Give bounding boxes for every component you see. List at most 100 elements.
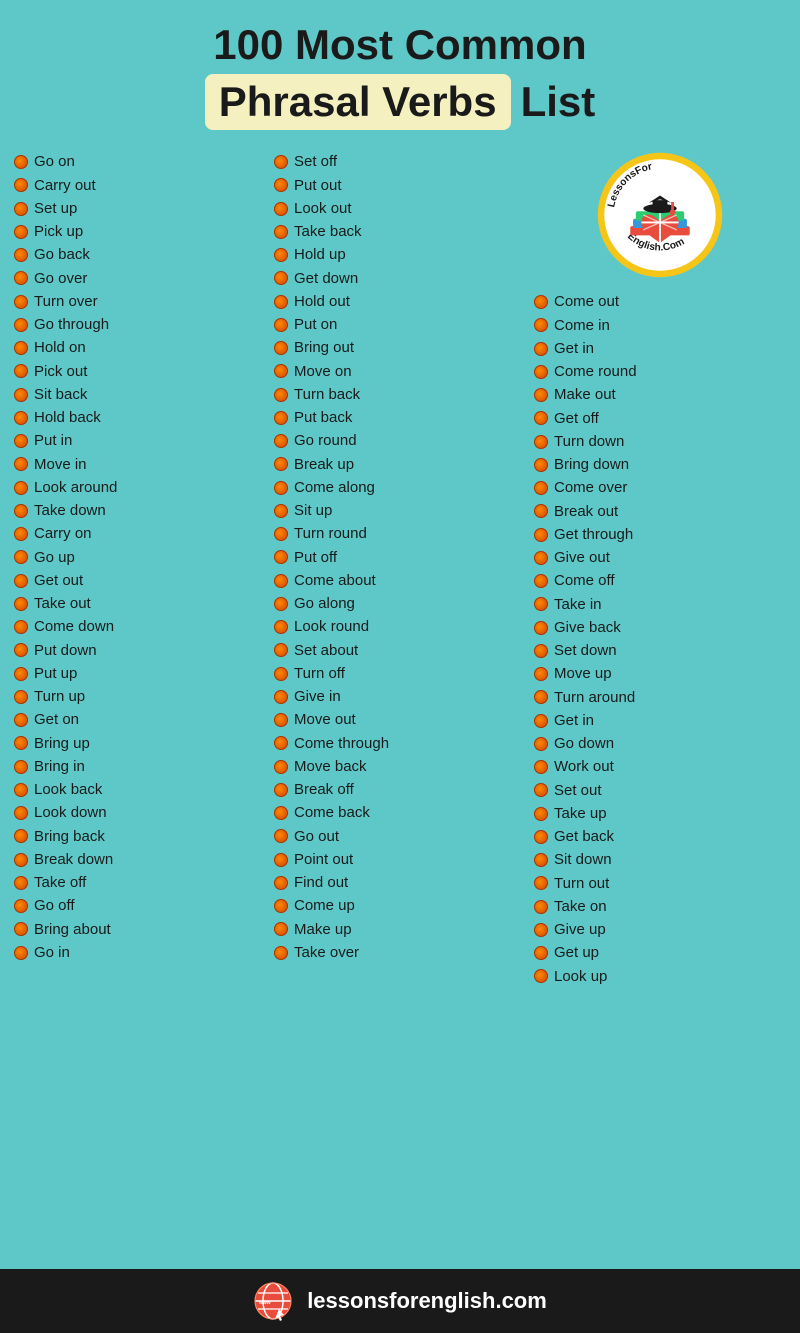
phrasal-verb-label: Turn up: [34, 685, 85, 708]
column-3: LessonsFor English.Com: [530, 150, 790, 1259]
bullet-icon: [274, 341, 288, 355]
list-item: Move in: [14, 453, 266, 476]
phrasal-verb-label: Set off: [294, 150, 337, 173]
bullet-icon: [14, 736, 28, 750]
title-line2: Phrasal Verbs List: [10, 74, 790, 130]
bullet-icon: [14, 922, 28, 936]
list-item: Take on: [534, 895, 786, 918]
bullet-icon: [534, 365, 548, 379]
bullet-icon: [534, 318, 548, 332]
bullet-icon: [274, 248, 288, 262]
phrasal-verb-label: Get through: [554, 523, 633, 546]
list-item: Go down: [534, 732, 786, 755]
list-item: Get down: [274, 267, 526, 290]
phrasal-verb-label: Move in: [34, 453, 87, 476]
list-item: Carry out: [14, 174, 266, 197]
phrasal-verb-label: Take on: [554, 895, 607, 918]
phrasal-verb-label: Go on: [34, 150, 75, 173]
phrasal-verb-label: Bring in: [34, 755, 85, 778]
bullet-icon: [274, 597, 288, 611]
phrasal-verb-label: Come back: [294, 801, 370, 824]
bullet-icon: [274, 388, 288, 402]
list-item: Bring back: [14, 825, 266, 848]
phrasal-verb-label: Put back: [294, 406, 352, 429]
bullet-icon: [14, 713, 28, 727]
bullet-icon: [14, 667, 28, 681]
list-item: Get out: [14, 569, 266, 592]
phrasal-verb-label: Carry out: [34, 174, 96, 197]
title-line1: 100 Most Common: [10, 20, 790, 70]
phrasal-verb-label: Look down: [34, 801, 107, 824]
phrasal-verb-label: Come about: [294, 569, 376, 592]
list-item: Go round: [274, 429, 526, 452]
bullet-icon: [534, 621, 548, 635]
bullet-icon: [274, 853, 288, 867]
phrasal-verb-label: Go back: [34, 243, 90, 266]
phrasal-verb-label: Get in: [554, 337, 594, 360]
bullet-icon: [534, 876, 548, 890]
bullet-icon: [274, 574, 288, 588]
bullet-icon: [534, 714, 548, 728]
list-item: Take up: [534, 802, 786, 825]
list-item: Set up: [14, 197, 266, 220]
phrasal-verb-label: Pick out: [34, 360, 87, 383]
bullet-icon: [274, 202, 288, 216]
list-item: Turn down: [534, 430, 786, 453]
list-item: Set about: [274, 639, 526, 662]
list-item: Come off: [534, 569, 786, 592]
list-item: Take out: [14, 592, 266, 615]
bullet-icon: [274, 178, 288, 192]
phrasal-verb-label: Take out: [34, 592, 91, 615]
bullet-icon: [274, 713, 288, 727]
bullet-icon: [274, 667, 288, 681]
list-item: Take over: [274, 941, 526, 964]
phrasal-verb-label: Turn over: [34, 290, 98, 313]
phrasal-verb-label: Take in: [554, 593, 602, 616]
list-item: Take off: [14, 871, 266, 894]
list-item: Look out: [274, 197, 526, 220]
bullet-icon: [14, 620, 28, 634]
list-item: Put out: [274, 174, 526, 197]
list-item: Go up: [14, 546, 266, 569]
phrasal-verb-label: Break up: [294, 453, 354, 476]
phrasal-verb-label: Point out: [294, 848, 353, 871]
page-header: 100 Most Common Phrasal Verbs List: [0, 0, 800, 140]
bullet-icon: [14, 643, 28, 657]
list-item: Pick up: [14, 220, 266, 243]
phrasal-verb-label: Get out: [34, 569, 83, 592]
list-item: Come along: [274, 476, 526, 499]
phrasal-verb-label: Look round: [294, 615, 369, 638]
phrasal-verb-label: Look around: [34, 476, 117, 499]
list-item: Put in: [14, 429, 266, 452]
list-item: Bring about: [14, 918, 266, 941]
phrasal-verb-label: Sit back: [34, 383, 87, 406]
bullet-icon: [534, 458, 548, 472]
phrasal-verb-label: Break off: [294, 778, 354, 801]
bullet-icon: [534, 481, 548, 495]
bullet-icon: [14, 550, 28, 564]
phrasal-verb-label: Go off: [34, 894, 75, 917]
bullet-icon: [14, 434, 28, 448]
list-item: Go over: [14, 267, 266, 290]
list-item: Hold back: [14, 406, 266, 429]
bullet-icon: [274, 434, 288, 448]
list-item: Move out: [274, 708, 526, 731]
phrasal-verb-label: Move back: [294, 755, 367, 778]
bullet-icon: [534, 411, 548, 425]
list-item: Come over: [534, 476, 786, 499]
phrasal-verb-label: Come down: [34, 615, 114, 638]
bullet-icon: [534, 528, 548, 542]
list-item: Hold up: [274, 243, 526, 266]
phrasal-verb-label: Turn out: [554, 872, 609, 895]
list-item: Come out: [534, 290, 786, 313]
phrasal-verb-label: Go over: [34, 267, 87, 290]
list-item: Put on: [274, 313, 526, 336]
phrasal-verb-label: Go up: [34, 546, 75, 569]
phrasal-verb-label: Make out: [554, 383, 616, 406]
title-highlight: Phrasal Verbs: [205, 74, 511, 130]
list-item: Break off: [274, 778, 526, 801]
bullet-icon: [274, 155, 288, 169]
bullet-icon: [534, 295, 548, 309]
list-item: Come about: [274, 569, 526, 592]
bullet-icon: [14, 271, 28, 285]
